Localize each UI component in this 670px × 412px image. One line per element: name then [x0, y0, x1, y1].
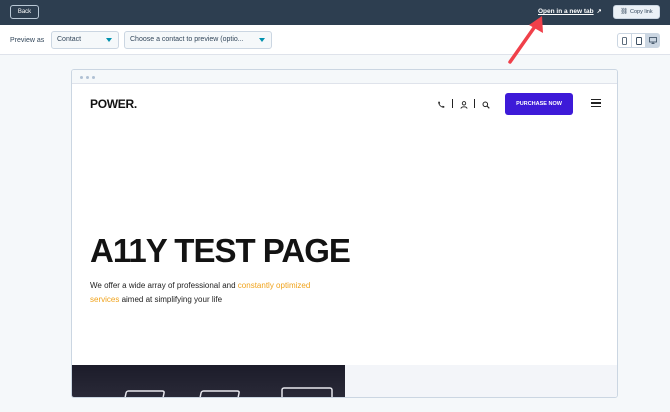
- nav-divider: [474, 99, 475, 108]
- contact-select[interactable]: Choose a contact to preview (optio...: [124, 31, 272, 49]
- search-icon[interactable]: [482, 101, 490, 109]
- chevron-down-icon: [259, 38, 265, 42]
- hero-description: We offer a wide array of professional an…: [90, 279, 320, 307]
- preview-frame: POWER. PURCHASE NOW A11Y TEST PAGE We of…: [71, 69, 618, 398]
- mobile-icon: [622, 36, 627, 45]
- desktop-view-button[interactable]: [646, 34, 659, 47]
- tablet-view-button[interactable]: [632, 34, 646, 47]
- preview-type-value: Contact: [57, 36, 82, 43]
- user-icon[interactable]: [460, 101, 468, 109]
- device-mockup-image: [123, 387, 333, 397]
- copy-link-label: Copy link: [630, 9, 653, 15]
- copy-link-button[interactable]: ⛓ Copy link: [613, 5, 660, 19]
- open-in-new-tab-link[interactable]: Open in a new tab ↗: [538, 8, 602, 15]
- hero-title: A11Y TEST PAGE: [90, 232, 351, 269]
- window-dot: [80, 76, 83, 79]
- preview-as-label: Preview as: [10, 37, 45, 44]
- desktop-icon: [648, 37, 657, 44]
- preview-options-bar: Preview as Contact Choose a contact to p…: [0, 25, 670, 55]
- top-bar: Back Open in a new tab ↗ ⛓ Copy link: [0, 0, 670, 25]
- purchase-now-button[interactable]: PURCHASE NOW: [505, 93, 573, 115]
- open-in-new-tab-label: Open in a new tab: [538, 8, 594, 15]
- hamburger-menu-icon[interactable]: [591, 99, 601, 107]
- content-panel: [345, 365, 617, 397]
- phone-icon[interactable]: [437, 101, 445, 109]
- preview-type-select[interactable]: Contact: [51, 31, 119, 49]
- window-dot: [86, 76, 89, 79]
- nav-divider: [452, 99, 453, 108]
- mobile-view-button[interactable]: [618, 34, 632, 47]
- device-toggle-group: [617, 33, 660, 48]
- hero-text-part2: aimed at simplifying your life: [119, 295, 223, 304]
- link-icon: ⛓: [620, 9, 628, 15]
- back-button[interactable]: Back: [10, 5, 39, 19]
- external-link-icon: ↗: [596, 9, 602, 15]
- site-logo[interactable]: POWER.: [90, 97, 137, 111]
- hero-text-part1: We offer a wide array of professional an…: [90, 281, 238, 290]
- frame-titlebar: [72, 70, 617, 84]
- annotation-arrow-icon: [508, 16, 543, 64]
- window-dot: [92, 76, 95, 79]
- contact-select-value: Choose a contact to preview (optio...: [130, 36, 244, 43]
- hero-image: [72, 365, 345, 397]
- tablet-icon: [635, 36, 642, 45]
- chevron-down-icon: [106, 38, 112, 42]
